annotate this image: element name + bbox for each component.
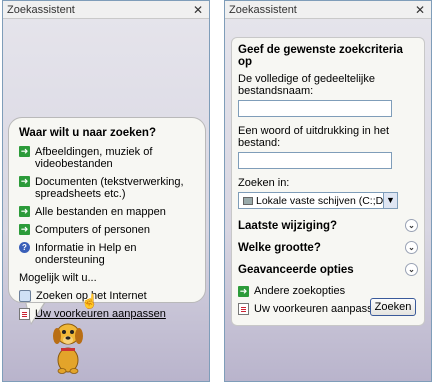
phrase-input[interactable]	[238, 152, 392, 169]
option-all-files[interactable]: ➜ Alle bestanden en mappen	[19, 206, 195, 218]
arrow-icon: ➜	[19, 176, 30, 187]
arrow-icon: ➜	[19, 224, 30, 235]
search-button[interactable]: Zoeken	[370, 298, 416, 316]
section-last-modified[interactable]: Laatste wijziging? ⌄	[238, 219, 418, 232]
help-icon: ?	[19, 242, 30, 253]
search-dog-icon	[53, 323, 83, 374]
option-label: Afbeeldingen, muziek of videobestanden	[35, 146, 153, 170]
drive-icon	[243, 196, 253, 205]
close-icon[interactable]: ✕	[413, 3, 427, 17]
preferences-label: Uw voorkeuren aanpassen	[254, 303, 385, 315]
preferences-icon	[19, 308, 30, 320]
lookin-select[interactable]: Lokale vaste schijven (C:;D:;E:;F:) ▼	[238, 192, 398, 209]
filename-label: De volledige of gedeeltelijke bestandsna…	[238, 73, 375, 97]
option-media[interactable]: ➜ Afbeeldingen, muziek of videobestanden	[19, 146, 195, 170]
other-options-link[interactable]: ➜ Andere zoekopties	[238, 285, 418, 297]
lookin-label: Zoeken in:	[238, 177, 290, 189]
close-icon[interactable]: ✕	[191, 3, 205, 17]
arrow-icon: ➜	[238, 285, 249, 297]
option-internet[interactable]: Zoeken op het Internet	[19, 290, 195, 302]
option-help[interactable]: ? Informatie in Help en ondersteuning	[19, 242, 195, 266]
title-bar: Zoekassistent ✕	[3, 1, 209, 19]
phrase-label: Een woord of uitdrukking in het bestand:	[238, 125, 390, 149]
section-label: Welke grootte?	[238, 241, 321, 254]
other-options-label: Andere zoekopties	[254, 285, 346, 297]
expand-chevron-icon[interactable]: ⌄	[405, 219, 418, 232]
filename-input[interactable]	[238, 100, 392, 117]
option-documents[interactable]: ➜ Documenten (tekstverwerking, spreadshe…	[19, 176, 195, 200]
search-companion-pane-right: Zoekassistent ✕ Geef de gewenste zoekcri…	[224, 0, 432, 382]
chevron-down-icon[interactable]: ▼	[383, 193, 397, 208]
search-options-balloon: Waar wilt u naar zoeken? ➜ Afbeeldingen,…	[8, 117, 206, 320]
arrow-icon: ➜	[19, 146, 30, 157]
option-preferences[interactable]: Uw voorkeuren aanpassen	[19, 308, 195, 320]
pane-title: Zoekassistent	[7, 3, 75, 16]
option-label: Documenten (tekstverwerking, spreadsheet…	[35, 176, 184, 200]
pane-title: Zoekassistent	[229, 3, 297, 16]
option-label: Alle bestanden en mappen	[35, 206, 166, 218]
section-label: Geavanceerde opties	[238, 263, 354, 276]
criteria-heading: Geef de gewenste zoekcriteria op	[238, 44, 403, 68]
preferences-icon	[238, 303, 249, 315]
search-criteria-panel: Geef de gewenste zoekcriteria op De voll…	[231, 37, 425, 326]
section-size[interactable]: Welke grootte? ⌄	[238, 241, 418, 254]
title-bar: Zoekassistent ✕	[225, 1, 431, 19]
also-label: Mogelijk wilt u...	[19, 272, 97, 284]
section-advanced[interactable]: Geavanceerde opties ⌄	[238, 263, 418, 276]
option-computers[interactable]: ➜ Computers of personen	[19, 224, 195, 236]
balloon-heading: Waar wilt u naar zoeken?	[19, 127, 156, 139]
expand-chevron-icon[interactable]: ⌄	[405, 263, 418, 276]
expand-chevron-icon[interactable]: ⌄	[405, 241, 418, 254]
hand-cursor-icon: ☝	[81, 293, 99, 309]
arrow-icon: ➜	[19, 206, 30, 217]
section-label: Laatste wijziging?	[238, 219, 338, 232]
option-label: Computers of personen	[35, 224, 150, 236]
lookin-value: Lokale vaste schijven (C:;D:;E:;F:)	[256, 194, 383, 207]
internet-search-icon	[19, 290, 31, 302]
option-label: Informatie in Help en ondersteuning	[35, 242, 137, 266]
